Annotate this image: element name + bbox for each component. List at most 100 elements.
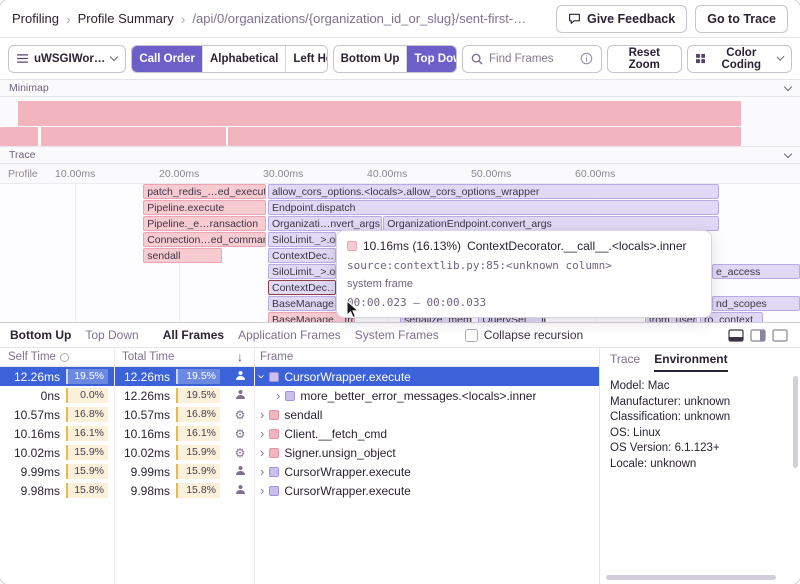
total-time-value: 12.26ms	[114, 370, 176, 384]
chevron-down-icon	[110, 53, 118, 61]
minimap-sample-block[interactable]	[18, 101, 741, 126]
time-tick-label: 10.00ms	[55, 168, 95, 180]
view-bottom-up[interactable]: Bottom Up	[334, 46, 407, 72]
breadcrumb: Profiling › Profile Summary › /api/0/org…	[0, 0, 800, 38]
flame-frame[interactable]: SiloLimit._>.over…	[268, 264, 336, 279]
tab-application-frames[interactable]: Application Frames	[238, 328, 341, 342]
frame-name: CursorWrapper.execute	[284, 465, 411, 479]
minimap-sample-block[interactable]	[228, 127, 741, 146]
expand-chevron-icon[interactable]: ›	[276, 389, 280, 402]
total-time-percent: 16.1%	[176, 426, 220, 441]
profile-row-label: Profile	[8, 168, 38, 180]
sort-call-order[interactable]: Call Order	[132, 46, 202, 72]
minimap-sample-block[interactable]	[0, 127, 38, 146]
flame-frame[interactable]: allow_cors_options.<locals>.allow_cors_o…	[268, 184, 719, 199]
time-tick-label: 60.00ms	[575, 168, 615, 180]
flame-frame[interactable]: nd_scopes	[712, 296, 800, 311]
flame-frame[interactable]: SiloLimit._>.over…	[268, 232, 336, 247]
sort-alphabetical[interactable]: Alphabetical	[202, 46, 285, 72]
flame-frame[interactable]: Pipeline._e…ransaction	[143, 216, 265, 231]
field-value: 6.1.123+	[675, 442, 720, 454]
breadcrumb-profile-summary[interactable]: Profile Summary	[78, 11, 174, 26]
trace-title: Trace	[9, 149, 35, 161]
self-time-percent-cell: 0.0%	[66, 388, 114, 403]
chevron-down-icon[interactable]	[784, 149, 792, 157]
horizontal-scrollbar[interactable]	[606, 575, 776, 580]
flame-frame[interactable]: ContextDec…als>.i…	[268, 280, 336, 295]
reset-zoom-label: Reset Zoom	[616, 47, 673, 71]
flame-frame[interactable]: Connection…ed_command	[143, 232, 265, 247]
chevron-down-icon[interactable]	[784, 82, 792, 90]
go-to-trace-button[interactable]: Go to Trace	[695, 5, 788, 33]
total-time-percent-cell: 15.9%	[176, 445, 226, 460]
flame-frame[interactable]: Endpoint.dispatch	[268, 200, 719, 215]
table-row[interactable]: 9.98ms15.8%9.98ms15.8%›CursorWrapper.exe…	[0, 481, 599, 500]
table-row[interactable]: 10.57ms16.8%10.57ms16.8%⚙›sendall	[0, 405, 599, 424]
reset-zoom-button[interactable]: Reset Zoom	[607, 45, 682, 73]
layout-right-icon[interactable]	[750, 329, 766, 342]
thread-selector-dropdown[interactable]: uWSGIWor…	[8, 45, 126, 73]
trace-header[interactable]: Trace	[0, 147, 800, 164]
flamegraph-toolbar: uWSGIWor… Call OrderAlphabeticalLeft Hea…	[0, 38, 800, 80]
frame-table: Self Time Total Time ↓ Frame 12.26ms19.5…	[0, 348, 600, 584]
flame-frame[interactable]: BaseManage…from_c…	[268, 296, 336, 311]
tab-bottom-up[interactable]: Bottom Up	[10, 328, 71, 342]
sort-direction-icon[interactable]: ↓	[226, 350, 254, 364]
expand-chevron-icon[interactable]: ›	[260, 446, 264, 459]
tooltip-duration: 10.16ms (16.13%)	[363, 239, 461, 253]
self-time-value: 10.16ms	[0, 427, 66, 441]
flame-frame[interactable]: patch_redis_…ed_execute	[143, 184, 265, 199]
self-time-percent-cell: 15.9%	[66, 464, 114, 479]
find-frames-search[interactable]	[462, 45, 602, 73]
total-time-value: 10.02ms	[114, 446, 176, 460]
search-input[interactable]	[489, 53, 574, 65]
system-frame-gear-icon: ⚙	[226, 447, 254, 459]
tab-all-frames[interactable]: All Frames	[163, 328, 224, 342]
expand-chevron-icon[interactable]: ›	[260, 465, 264, 478]
system-frame-gear-icon: ⚙	[226, 428, 254, 440]
table-row[interactable]: 10.02ms15.9%10.02ms15.9%⚙›Signer.unsign_…	[0, 443, 599, 462]
tab-system-frames[interactable]: System Frames	[355, 328, 439, 342]
flame-frame[interactable]: Pipeline.execute	[143, 200, 265, 215]
checkbox-icon[interactable]	[465, 329, 478, 342]
self-time-value: 10.02ms	[0, 446, 66, 460]
expand-chevron-icon[interactable]: ›	[260, 408, 264, 421]
flamegraph-row: patch_redis_…ed_executeallow_cors_option…	[0, 184, 800, 200]
layout-bottom-icon[interactable]	[728, 329, 744, 342]
table-row[interactable]: 12.26ms19.5%12.26ms19.5%›CursorWrapper.e…	[0, 367, 599, 386]
flame-frame[interactable]: OrganizationEndpoint.convert_args	[383, 216, 719, 231]
flame-frame[interactable]: sendall	[143, 248, 222, 263]
collapse-recursion-checkbox[interactable]: Collapse recursion	[465, 328, 583, 342]
flame-frame[interactable]: Organizati…nvert_args	[268, 216, 382, 231]
table-row[interactable]: 10.16ms16.1%10.16ms16.1%⚙›Client.__fetch…	[0, 424, 599, 443]
table-row[interactable]: 9.99ms15.9%9.99ms15.9%›CursorWrapper.exe…	[0, 462, 599, 481]
breadcrumb-profiling[interactable]: Profiling	[12, 11, 59, 26]
expand-chevron-icon[interactable]: ›	[260, 484, 264, 497]
environment-fields: Model: MacManufacturer: unknownClassific…	[600, 372, 800, 479]
table-row[interactable]: 0ns0.0%12.26ms19.5%›more_better_error_me…	[0, 386, 599, 405]
minimap-header[interactable]: Minimap	[0, 80, 800, 97]
minimap-sample-block[interactable]	[41, 127, 226, 146]
total-time-percent-cell: 16.8%	[176, 407, 226, 422]
column-header-self-time[interactable]: Self Time	[0, 351, 114, 363]
tab-top-down[interactable]: Top Down	[85, 328, 138, 342]
give-feedback-button[interactable]: Give Feedback	[556, 5, 687, 33]
color-coding-dropdown[interactable]: Color Coding	[687, 45, 792, 73]
flame-frame[interactable]: e_access	[712, 264, 800, 279]
expand-chevron-icon[interactable]: ›	[256, 374, 269, 378]
details-tab-trace[interactable]: Trace	[610, 348, 640, 372]
column-header-total-time[interactable]: Total Time	[114, 351, 226, 363]
sort-icon[interactable]	[60, 353, 69, 362]
minimap-canvas[interactable]	[0, 97, 800, 147]
expand-chevron-icon[interactable]: ›	[260, 427, 264, 440]
layout-full-icon[interactable]	[772, 329, 788, 342]
field-value: unknown	[684, 411, 730, 423]
sort-left-heavy[interactable]: Left Heavy	[285, 46, 327, 72]
details-tab-environment[interactable]: Environment	[654, 348, 727, 372]
frame-name: CursorWrapper.execute	[284, 484, 411, 498]
breadcrumb-transaction-path[interactable]: /api/0/organizations/{organization_id_or…	[192, 11, 526, 26]
view-top-down[interactable]: Top Down	[406, 46, 457, 72]
flame-frame[interactable]: ContextDec…als>.i…	[268, 248, 336, 263]
column-header-frame[interactable]: Frame	[254, 351, 599, 363]
vertical-scrollbar[interactable]	[793, 376, 798, 468]
